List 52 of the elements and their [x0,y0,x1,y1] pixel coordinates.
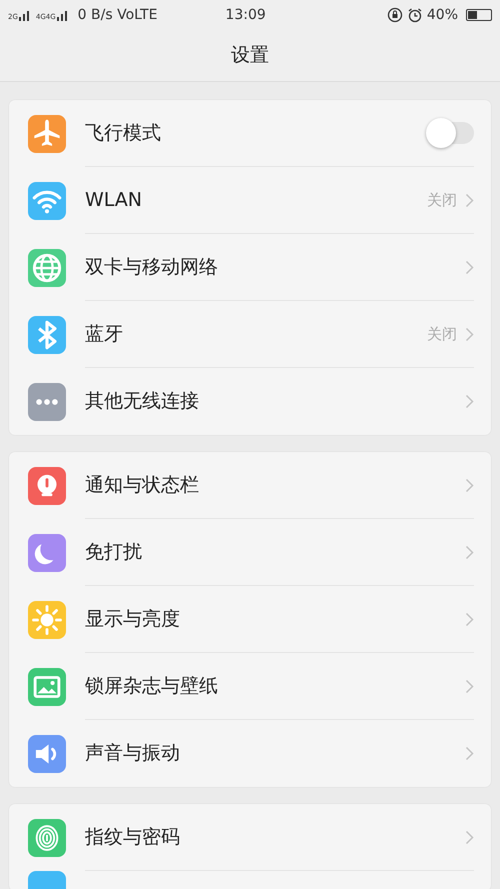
settings-row[interactable]: 蓝牙 关闭 [9,301,491,368]
chevron-right-icon [465,192,474,208]
battery-percent: 40% [426,6,458,24]
settings-row[interactable]: 飞行模式 [9,100,491,167]
settings-row[interactable]: 指纹与密码 [9,804,491,871]
setting-label: 双卡与移动网络 [85,254,219,280]
speaker-icon [28,734,66,772]
setting-label: 锁屏杂志与壁纸 [85,674,219,699]
picture-icon [28,668,66,706]
setting-label: 通知与状态栏 [85,472,200,498]
moon-icon [28,534,66,572]
setting-label: 蓝牙 [85,322,124,347]
more-dots-icon [28,382,66,420]
setting-label: 声音与振动 [85,741,181,766]
settings-row[interactable]: 显示与亮度 [9,586,491,653]
settings-row[interactable]: 其他无线连接 [9,368,491,435]
sun-icon [28,600,66,638]
settings-row[interactable]: 通知与状态栏 [9,452,491,519]
setting-label: 指纹与密码 [85,824,181,850]
settings-row[interactable]: 免打扰 [9,519,491,586]
settings-row[interactable]: 锁屏杂志与壁纸 [9,653,491,720]
settings-row[interactable]: 双卡与移动网络 [9,234,491,301]
settings-row[interactable]: WLAN 关闭 [9,167,491,234]
setting-label: 其他无线连接 [85,389,200,414]
chevron-right-icon [465,678,474,694]
chevron-right-icon [465,394,474,409]
status-value: 关闭 [427,190,457,211]
rotation-lock-icon [386,7,403,23]
status-time: 13:09 [225,6,266,24]
chevron-right-icon [465,612,474,626]
wifi-icon [28,182,66,220]
battery-icon [466,9,492,21]
chevron-right-icon [465,544,474,560]
app-tile-icon [28,871,66,889]
network-speed: 0 B/s VoLTE [78,6,158,24]
alarm-icon [406,7,423,23]
airplane-icon [28,114,66,152]
setting-label: 免打扰 [85,540,143,565]
status-value: 关闭 [427,324,457,345]
setting-label: 飞行模式 [85,120,162,146]
page-title: 设置 [231,43,269,68]
fingerprint-icon [28,818,66,856]
settings-row[interactable]: 声音与振动 [9,720,491,787]
chevron-right-icon [465,260,474,274]
chevron-right-icon [465,746,474,761]
chevron-right-icon [465,830,474,844]
chevron-right-icon [465,326,474,342]
chevron-right-icon [465,478,474,492]
setting-label: 显示与亮度 [85,606,181,632]
setting-label: WLAN [85,188,144,213]
globe-icon [28,248,66,286]
bluetooth-icon [28,316,66,354]
